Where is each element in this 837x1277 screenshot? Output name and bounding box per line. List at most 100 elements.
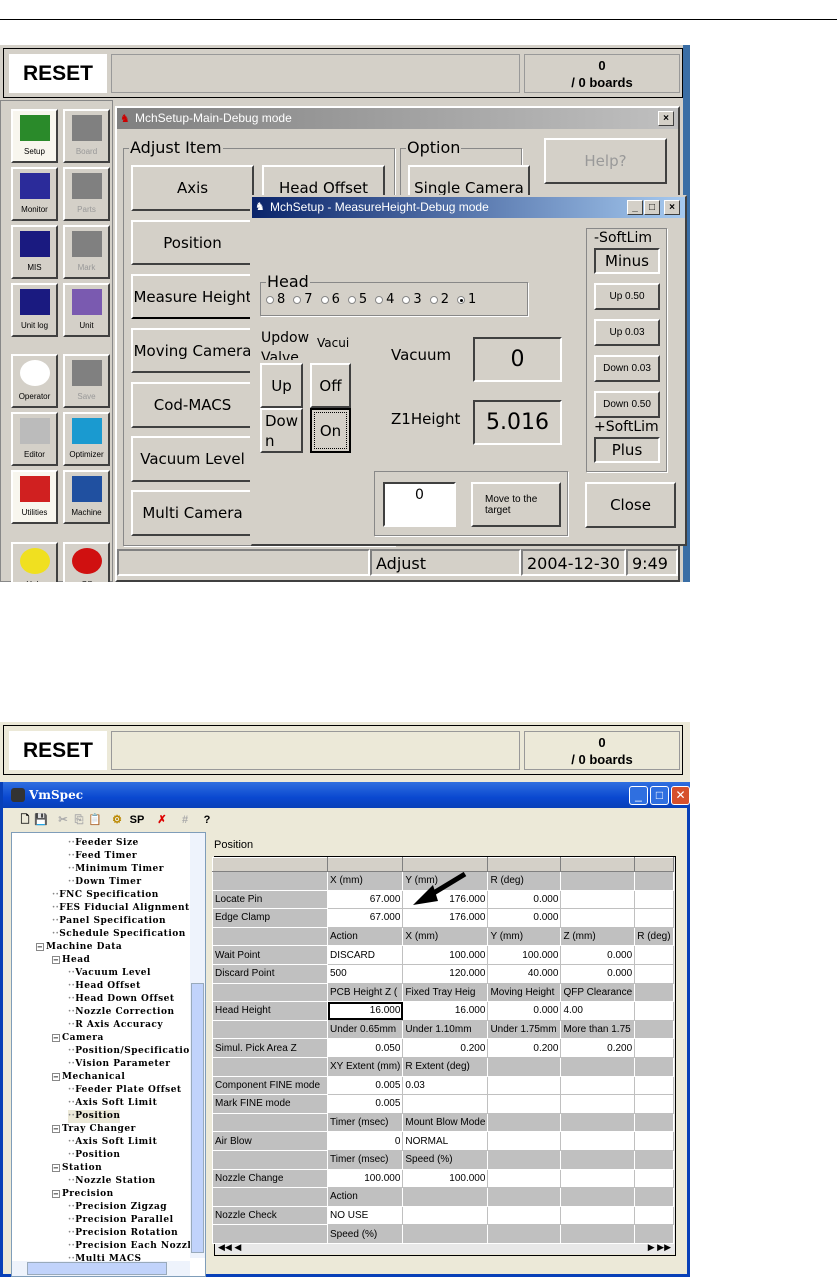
tree-horizontal-scrollbar[interactable] [12, 1261, 190, 1276]
paste-icon[interactable]: 📋 [87, 812, 103, 829]
cod-macs-button[interactable]: Cod-MACS [131, 382, 254, 428]
tree-item[interactable]: − Camera [52, 1032, 104, 1045]
tree-item[interactable]: − Machine Data [36, 941, 122, 954]
column-header-cell[interactable] [634, 857, 674, 872]
grid-cell[interactable]: 0.000 [487, 889, 562, 910]
head-radio-8[interactable] [266, 295, 274, 304]
sidebar-mis-button[interactable]: MIS [11, 225, 58, 279]
tree-item[interactable]: ··Position [68, 1149, 120, 1162]
moving-camera-button[interactable]: Moving Camera [131, 328, 254, 373]
sidebar-machine-button[interactable]: Machine [63, 470, 110, 524]
tree-item[interactable]: ··Head Down Offset [68, 993, 175, 1006]
head-radio-2[interactable] [429, 295, 438, 304]
tree-item[interactable]: ··Precision Parallel [68, 1214, 174, 1227]
grid-cell[interactable] [560, 889, 636, 910]
collapse-icon[interactable]: − [52, 955, 60, 964]
grid-cell[interactable] [487, 1075, 562, 1096]
sidebar-off-button[interactable]: Off [63, 542, 110, 582]
tree-item[interactable]: ··Position/Specification [68, 1045, 197, 1058]
maximize-icon[interactable]: □ [644, 200, 660, 215]
minimize-icon[interactable]: _ [627, 200, 643, 215]
grid-cell[interactable] [634, 1205, 674, 1226]
close-icon[interactable]: × [664, 200, 680, 215]
axis-button[interactable]: Axis [131, 165, 254, 211]
collapse-icon[interactable]: − [36, 942, 44, 951]
tree-item[interactable]: ··Axis Soft Limit [68, 1097, 157, 1110]
measure-height-button[interactable]: Measure Height [131, 274, 254, 319]
grid-cell[interactable]: 0.000 [560, 963, 636, 984]
grid-cell[interactable]: 120.000 [402, 963, 489, 984]
tree-item[interactable]: ··Feed Timer [68, 850, 137, 863]
sidebar-setup-button[interactable]: Setup [11, 109, 58, 163]
grid-cell[interactable]: 100.000 [487, 945, 562, 965]
maximize-icon[interactable]: □ [650, 786, 669, 805]
tree-item[interactable]: ··Down Timer [68, 876, 142, 889]
grid-cell[interactable] [487, 1131, 562, 1151]
grid-cell[interactable] [634, 1094, 674, 1114]
sidebar-mark-button[interactable]: Mark [63, 225, 110, 279]
head-radio-7[interactable] [293, 295, 302, 304]
sidebar-editor-button[interactable]: Editor [11, 412, 58, 466]
tree-item[interactable]: ··Minimum Timer [68, 863, 164, 876]
grid-cell[interactable] [634, 908, 674, 928]
head-radio-5[interactable] [347, 295, 356, 304]
tree-item[interactable]: − Tray Changer [52, 1123, 136, 1136]
grid-cell[interactable] [634, 963, 674, 984]
plug-x-icon[interactable]: ✗ [154, 812, 170, 829]
grid-cell[interactable]: DISCARD [326, 945, 404, 965]
collapse-icon[interactable]: − [52, 1124, 60, 1133]
grid-cell[interactable]: 67.000 [326, 908, 404, 928]
tree-item[interactable]: ··FNC Specification [52, 889, 159, 902]
reset-button[interactable]: RESET [9, 731, 107, 770]
wheel-icon[interactable]: ⚙ [109, 812, 125, 829]
column-header-cell[interactable] [326, 857, 404, 872]
tree-item[interactable]: − Mechanical [52, 1071, 125, 1084]
grid-cell[interactable] [487, 1168, 562, 1189]
grid-cell[interactable]: 500 [326, 963, 404, 984]
grid-cell[interactable]: 0.005 [326, 1075, 404, 1096]
grid-cell[interactable]: 0.050 [326, 1038, 404, 1058]
grid-cell[interactable]: NO USE [326, 1205, 404, 1226]
help-button[interactable]: Help? [544, 138, 667, 184]
up-050-button[interactable]: Up 0.50 [594, 283, 660, 310]
tree-vertical-scrollbar[interactable] [190, 833, 205, 1258]
tree-item[interactable]: ··Axis Soft Limit [68, 1136, 157, 1149]
sidebar-unit-log-button[interactable]: Unit log [11, 283, 58, 337]
grid-cell[interactable]: 0.200 [402, 1038, 489, 1058]
new-icon[interactable]: 🗋 [17, 812, 33, 829]
tree-item[interactable]: − Head [52, 954, 90, 967]
grid-cell[interactable]: 40.000 [487, 963, 562, 984]
grid-cell[interactable]: 67.000 [326, 889, 404, 910]
grid-cell[interactable] [634, 1168, 674, 1189]
save-icon[interactable]: 💾 [33, 812, 49, 829]
valve-down-button[interactable]: Dow n [260, 408, 303, 453]
grid-cell[interactable]: 16.000 [402, 1001, 489, 1021]
sidebar-operator-button[interactable]: Operator [11, 354, 58, 408]
tree-item[interactable]: ··Precision Each Nozzle [68, 1240, 198, 1253]
cut-icon[interactable]: ✂ [55, 812, 71, 829]
scroll-thumb[interactable] [27, 1262, 167, 1275]
grid-cell[interactable] [402, 1205, 489, 1226]
scroll-thumb[interactable] [191, 983, 204, 1253]
tree-item[interactable]: ··Position [68, 1110, 121, 1123]
sidebar-monitor-button[interactable]: Monitor [11, 167, 58, 221]
sp-button[interactable]: SP [129, 812, 145, 829]
sidebar-unit-button[interactable]: Unit [63, 283, 110, 337]
grid-cell[interactable] [634, 889, 674, 910]
grid-cell[interactable]: 0.000 [487, 908, 562, 928]
grid-cell[interactable]: 4.00 [560, 1001, 636, 1021]
grid-cell[interactable] [560, 1205, 636, 1226]
grid-cell[interactable]: 0.03 [402, 1075, 489, 1096]
tree-item[interactable]: ··Feeder Size [68, 837, 139, 850]
tree-item[interactable]: ··Nozzle Station [68, 1175, 156, 1188]
grid-cell[interactable]: 0.200 [560, 1038, 636, 1058]
tree-item[interactable]: ··Vision Parameter [68, 1058, 171, 1071]
multi-camera-button[interactable]: Multi Camera [131, 490, 254, 536]
position-button[interactable]: Position [131, 220, 254, 265]
sidebar-utilities-button[interactable]: Utilities [11, 470, 58, 524]
grid-cell[interactable]: 100.000 [326, 1168, 404, 1189]
up-003-button[interactable]: Up 0.03 [594, 319, 660, 346]
tree-item[interactable]: − Station [52, 1162, 102, 1175]
tree-item[interactable]: ··R Axis Accuracy [68, 1019, 163, 1032]
move-to-target-button[interactable]: Move to the target [471, 482, 561, 527]
